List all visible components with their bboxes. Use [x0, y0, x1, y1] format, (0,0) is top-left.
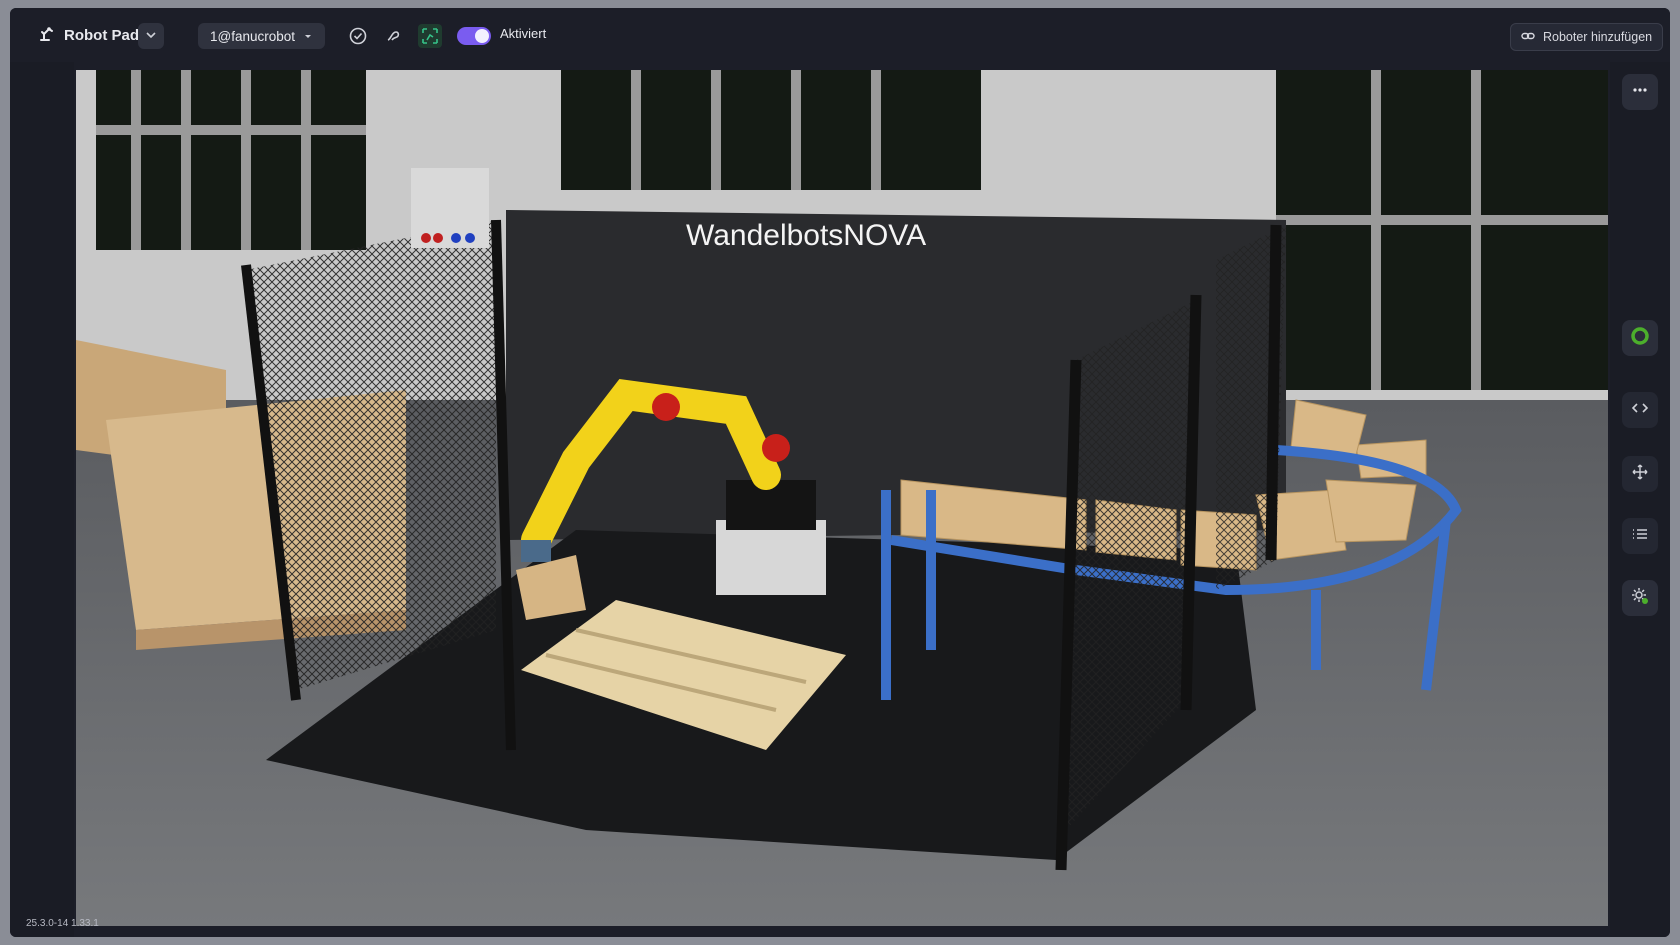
- version-label: 25.3.0-14 1.33.1: [26, 918, 99, 929]
- add-robot-button[interactable]: Roboter hinzufügen: [1510, 23, 1664, 51]
- caret-down-icon: [303, 29, 313, 44]
- left-sidebar: [10, 62, 74, 937]
- activation-toggle[interactable]: [457, 27, 491, 45]
- more-icon: [1631, 81, 1649, 104]
- status-ring-icon: [1631, 326, 1649, 350]
- activation-toggle-label: Aktiviert: [500, 26, 547, 41]
- right-sidebar: [1610, 62, 1670, 937]
- code-button[interactable]: [1622, 392, 1658, 428]
- 3d-viewport[interactable]: WandelbotsNOVA: [76, 70, 1608, 926]
- more-button[interactable]: [1622, 74, 1658, 110]
- check-circle-icon[interactable]: [346, 24, 370, 48]
- link-icon: [1521, 29, 1535, 46]
- robot-selector-value: 1@fanucrobot: [210, 28, 296, 44]
- list-button[interactable]: [1622, 518, 1658, 554]
- robot-selector[interactable]: 1@fanucrobot: [198, 23, 326, 49]
- app-title[interactable]: Robot Pad: [38, 22, 139, 48]
- app-title-label: Robot Pad: [64, 26, 139, 44]
- wandelbots-sign: WandelbotsNOVA: [686, 219, 926, 252]
- code-icon: [1631, 399, 1649, 422]
- wave-icon[interactable]: [382, 24, 406, 48]
- top-bar: Robot Pad 1@fanucrobot Aktiviert Roboter…: [10, 8, 1670, 62]
- add-robot-label: Roboter hinzufügen: [1543, 30, 1653, 44]
- chevron-down-icon: [145, 28, 157, 44]
- motion-group-icon[interactable]: [418, 24, 442, 48]
- settings-icon: [1631, 587, 1649, 610]
- move-button[interactable]: [1622, 456, 1658, 492]
- app-window: Robot Pad 1@fanucrobot Aktiviert Roboter…: [10, 8, 1670, 937]
- settings-button[interactable]: [1622, 580, 1658, 616]
- robot-cell-scene: WandelbotsNOVA: [76, 70, 1608, 926]
- status-button[interactable]: [1622, 320, 1658, 356]
- robot-arm-icon: [38, 24, 56, 46]
- list-icon: [1631, 525, 1649, 548]
- app-menu-button[interactable]: [138, 23, 164, 49]
- move-icon: [1631, 463, 1649, 486]
